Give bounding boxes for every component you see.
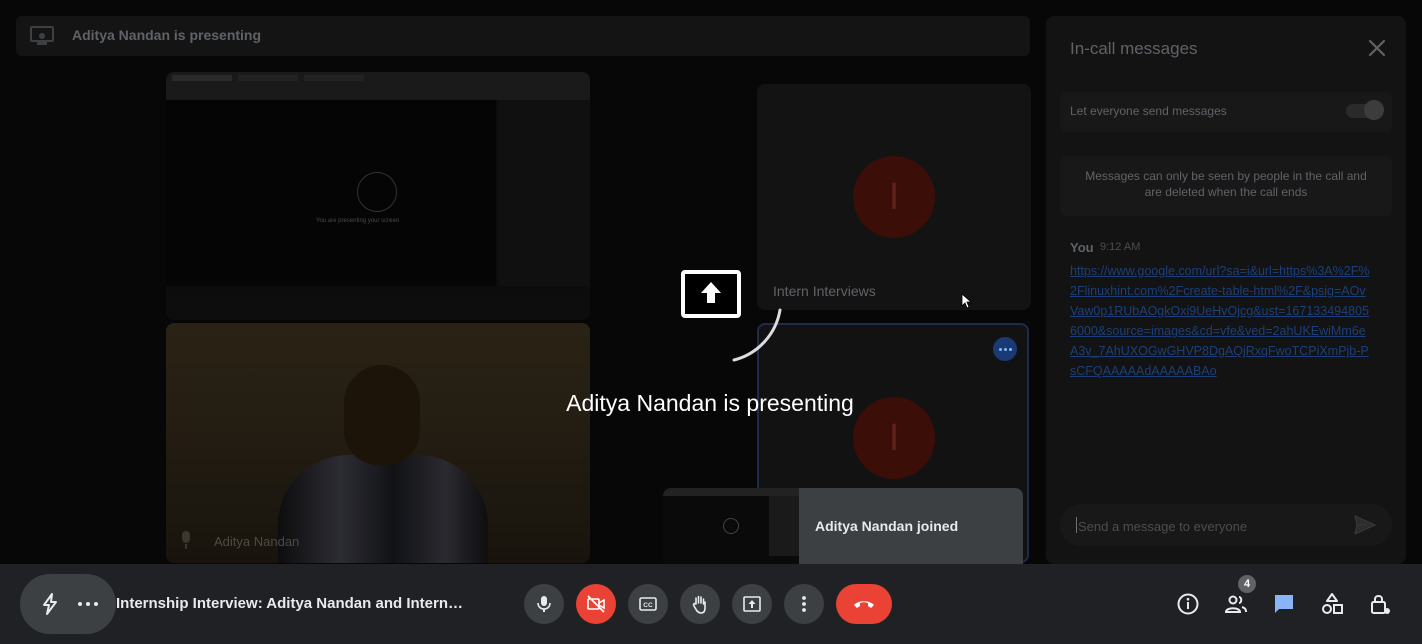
participant-video-body: [278, 455, 488, 563]
activities-icon[interactable]: [1320, 592, 1344, 616]
shared-screen-caption: You are presenting your screen: [316, 218, 400, 224]
host-controls-icon[interactable]: [1368, 592, 1392, 616]
camera-button[interactable]: [576, 584, 616, 624]
messages-info: Messages can only be seen by people in t…: [1060, 156, 1392, 216]
participant-tile-intern-interviews[interactable]: I Intern Interviews: [757, 84, 1031, 310]
more-options-button[interactable]: [784, 584, 824, 624]
toggle-label: Let everyone send messages: [1070, 104, 1227, 118]
send-icon[interactable]: [1354, 515, 1376, 535]
presenting-banner: Aditya Nandan is presenting: [16, 16, 1030, 56]
screen-share-tile[interactable]: You are presenting your screen: [166, 72, 590, 320]
camera-tile-name: Aditya Nandan: [214, 534, 300, 549]
more-horizontal-icon[interactable]: [78, 602, 98, 606]
chat-icon[interactable]: [1272, 592, 1296, 616]
notification-thumbnail: [663, 488, 799, 564]
participant-video-head: [344, 365, 420, 465]
presenting-overlay-text: Aditya Nandan is presenting: [566, 390, 854, 416]
meeting-stage: Aditya Nandan is presenting You are pres…: [0, 0, 1422, 564]
activities-pill[interactable]: [20, 574, 116, 634]
presentation-icon: [30, 26, 54, 45]
mic-icon: [537, 596, 551, 612]
info-icon[interactable]: [1176, 592, 1200, 616]
svg-text:CC: CC: [643, 602, 653, 609]
join-notification[interactable]: Aditya Nandan joined: [663, 488, 1023, 564]
camera-tile[interactable]: Aditya Nandan: [166, 323, 590, 563]
mic-off-icon: [182, 531, 190, 549]
presenting-banner-label: Aditya Nandan is presenting: [72, 27, 262, 43]
people-icon[interactable]: [1224, 592, 1248, 616]
shared-taskbar: [166, 298, 590, 320]
participant-name: Intern Interviews: [773, 283, 876, 299]
in-call-messages-panel: In-call messages Let everyone send messa…: [1046, 16, 1406, 564]
raise-hand-icon: [692, 595, 706, 614]
message-link[interactable]: https://www.google.com/url?sa=i&url=http…: [1070, 261, 1370, 381]
present-icon: [743, 596, 761, 612]
loading-spinner: [732, 308, 782, 362]
shared-screen-content: [166, 100, 496, 286]
message-input[interactable]: [1076, 504, 1350, 548]
panel-title: In-call messages: [1070, 39, 1198, 58]
shared-present-icon: [357, 172, 397, 212]
message-input-container: [1060, 504, 1392, 548]
people-count-badge: 4: [1238, 575, 1256, 593]
close-icon[interactable]: [1367, 38, 1387, 58]
captions-icon: CC: [639, 597, 657, 611]
message-sender: You: [1070, 240, 1094, 255]
camera-off-icon: [587, 595, 605, 613]
shared-browser-tabs: [172, 75, 364, 81]
mic-button[interactable]: [524, 584, 564, 624]
mouse-cursor: [961, 293, 971, 309]
avatar: I: [853, 156, 935, 238]
end-call-icon: [854, 601, 874, 608]
toggle-knob[interactable]: [1364, 100, 1384, 120]
raise-hand-button[interactable]: [680, 584, 720, 624]
present-button[interactable]: [732, 584, 772, 624]
meeting-controls-bar: Internship Interview: Aditya Nandan and …: [0, 564, 1422, 644]
captions-button[interactable]: CC: [628, 584, 668, 624]
notification-text: Aditya Nandan joined: [815, 518, 959, 534]
end-call-button[interactable]: [836, 584, 892, 624]
more-options-icon: [802, 596, 806, 612]
lightning-icon: [43, 593, 57, 615]
tile-more-options-button[interactable]: [993, 337, 1017, 361]
message-time: 9:12 AM: [1100, 241, 1141, 253]
meeting-title: Internship Interview: Aditya Nandan and …: [116, 595, 466, 612]
let-everyone-send-row: Let everyone send messages: [1060, 92, 1392, 132]
shared-screen-sidebar: [498, 100, 590, 286]
